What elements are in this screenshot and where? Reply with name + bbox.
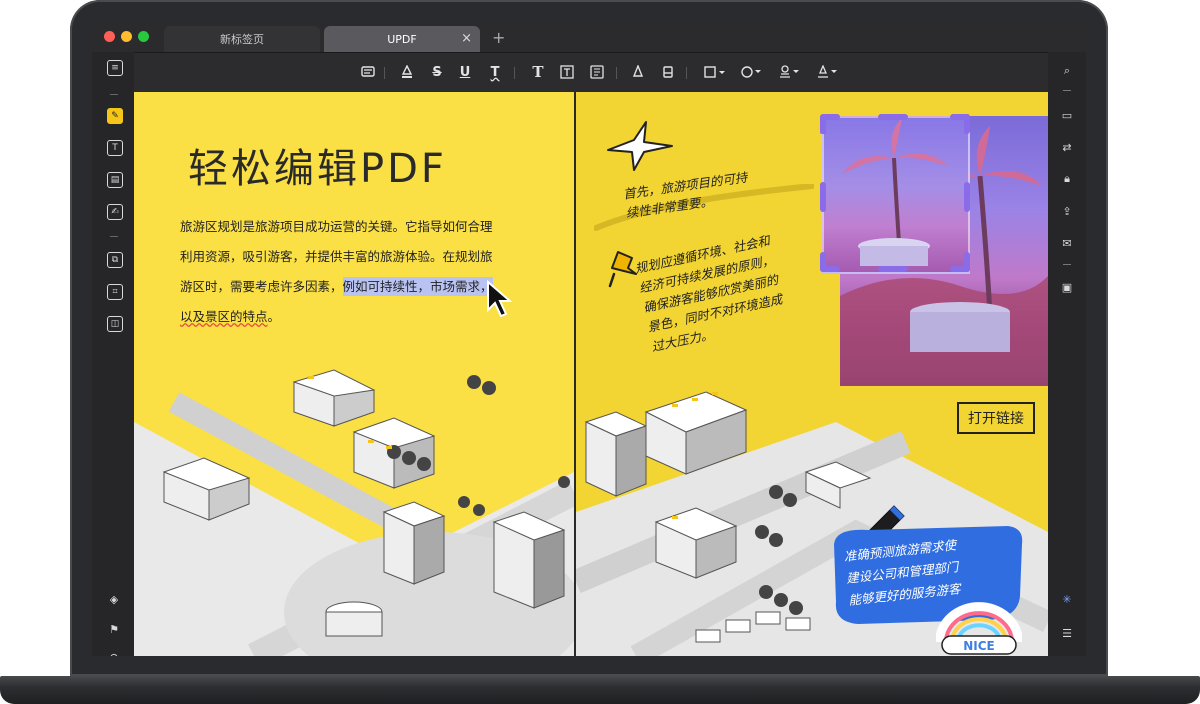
search-icon[interactable]: ⌕ — [1060, 64, 1074, 78]
convert-icon[interactable]: ⇄ — [1060, 140, 1074, 154]
nice-sticker-icon: NICE — [936, 602, 1022, 655]
left-page: 轻松编辑PDF 旅游区规划是旅游项目成功运营的关键。它指导如何合理 利用资源，吸… — [134, 92, 574, 656]
eraser-icon[interactable] — [658, 62, 678, 82]
shape-icon[interactable] — [702, 62, 728, 82]
right-page: 首先，旅游项目的可持 续性非常重要。 规划应遵循环境、社会和 经济可持续发展的原… — [576, 92, 1048, 656]
mouse-cursor — [487, 280, 513, 318]
right-sidebar: ⌕ ▭ ⇄ 🔒︎ ⇪ ✉ ▣ ✳ ☰ — [1048, 52, 1086, 656]
crop-image-frame[interactable] — [822, 116, 970, 274]
paragraph-text: 。 — [267, 309, 281, 324]
zoom-window-button[interactable] — [138, 31, 149, 42]
handwritten-paragraph: 规划应遵循环境、社会和 经济可持续发展的原则， 确保游客能够欣赏美丽的 景色，同… — [633, 231, 788, 357]
highlight-icon[interactable] — [397, 62, 417, 82]
tab-new[interactable]: 新标签页 — [164, 26, 320, 52]
paragraph-text: 游区时，需要考虑许多因素， — [180, 279, 343, 294]
strikethrough-icon[interactable]: S — [427, 62, 447, 82]
tab-updf[interactable]: UPDF × — [324, 26, 480, 52]
sticker-icon[interactable] — [738, 62, 764, 82]
open-link-button[interactable]: 打开链接 — [957, 402, 1035, 434]
laptop-base — [0, 676, 1200, 704]
new-tab-button[interactable]: + — [492, 28, 505, 47]
crop-handle-bottom[interactable] — [878, 266, 908, 272]
close-window-button[interactable] — [104, 31, 115, 42]
paragraph-line: 以及景区的特点。 — [180, 302, 496, 332]
comments-panel-icon[interactable]: ☰ — [1060, 626, 1074, 640]
layers-icon[interactable]: ◈ — [107, 592, 121, 606]
attachment-icon[interactable]: ⊘ — [107, 650, 121, 657]
crop-handle-top-right[interactable] — [964, 114, 970, 134]
organize-pages-icon[interactable]: ⧉ — [107, 252, 123, 268]
highlighted-text[interactable]: 例如可持续性，市场需求， — [342, 277, 493, 296]
fill-sign-icon[interactable]: ✍ — [107, 204, 123, 220]
crop-handle-left[interactable] — [820, 182, 826, 212]
crop-handle-bottom-right[interactable] — [964, 252, 970, 272]
close-icon[interactable]: × — [461, 31, 472, 46]
text-callout-icon[interactable] — [587, 62, 607, 82]
body-paragraph[interactable]: 旅游区规划是旅游项目成功运营的关键。它指导如何合理 利用资源，吸引游客，并提供丰… — [180, 212, 496, 332]
handwritten-note-blue: 准确预测旅游需求使 建设公司和管理部门 能够更好的服务游客 — [843, 534, 962, 611]
save-icon[interactable]: ▣ — [1060, 280, 1074, 294]
squiggly-icon[interactable]: T — [485, 62, 505, 82]
tab-label: 新标签页 — [220, 33, 264, 46]
pdf-document: 轻松编辑PDF 旅游区规划是旅游项目成功运营的关键。它指导如何合理 利用资源，吸… — [134, 92, 1048, 656]
paragraph-line: 游区时，需要考虑许多因素，例如可持续性，市场需求， — [180, 272, 496, 302]
minimize-window-button[interactable] — [121, 31, 132, 42]
tab-bar: 新标签页 UPDF × + — [92, 22, 1086, 52]
comment-mode-icon[interactable]: ✎ — [107, 108, 123, 124]
email-icon[interactable]: ✉ — [1060, 236, 1074, 250]
page-title: 轻松编辑PDF — [188, 146, 447, 192]
crop-handle-right[interactable] — [964, 182, 970, 212]
signature-icon[interactable] — [814, 62, 840, 82]
paragraph-line: 旅游区规划是旅游项目成功运营的关键。它指导如何合理 — [180, 219, 493, 234]
origami-crane-icon — [607, 121, 673, 171]
underline-icon[interactable]: U — [455, 62, 475, 82]
ocr-icon[interactable]: ▭ — [1060, 108, 1074, 122]
app-window: 新标签页 UPDF × + S U T T ≡ ✎ T ▤ ✍ ⧉ ⌗ ◫ ◈ … — [92, 22, 1086, 656]
comment-icon[interactable] — [358, 62, 378, 82]
crop-handle-top[interactable] — [878, 114, 908, 120]
crop-pages-icon[interactable]: ⌗ — [107, 284, 123, 300]
crop-handle-bottom-left[interactable] — [820, 266, 840, 272]
squiggly-text[interactable]: 以及景区的特点 — [180, 309, 268, 324]
paragraph-line: 利用资源，吸引游客，并提供丰富的旅游体验。在规划旅 — [180, 249, 493, 264]
protect-icon[interactable]: 🔒︎ — [1060, 172, 1074, 186]
form-icon[interactable]: ▤ — [107, 172, 123, 188]
tab-label: UPDF — [387, 32, 417, 46]
page-tools-icon[interactable]: ◫ — [107, 316, 123, 332]
edit-pdf-icon[interactable]: T — [107, 140, 123, 156]
reader-mode-icon[interactable]: ≡ — [107, 60, 123, 76]
left-sidebar: ≡ ✎ T ▤ ✍ ⧉ ⌗ ◫ ◈ ⚑ ⊘ — [92, 52, 134, 656]
crop-handle-top-left[interactable] — [820, 114, 840, 120]
city-illustration — [134, 369, 574, 656]
textbox-icon[interactable] — [557, 62, 577, 82]
ai-assistant-icon[interactable]: ✳ — [1060, 592, 1074, 606]
annotation-toolbar: S U T T — [92, 52, 1086, 93]
text-icon[interactable]: T — [528, 62, 548, 82]
pencil-icon[interactable] — [628, 62, 648, 82]
bookmark-icon[interactable]: ⚑ — [107, 622, 121, 636]
sticker-text: NICE — [963, 639, 995, 653]
stamp-icon[interactable] — [776, 62, 802, 82]
share-icon[interactable]: ⇪ — [1060, 204, 1074, 218]
